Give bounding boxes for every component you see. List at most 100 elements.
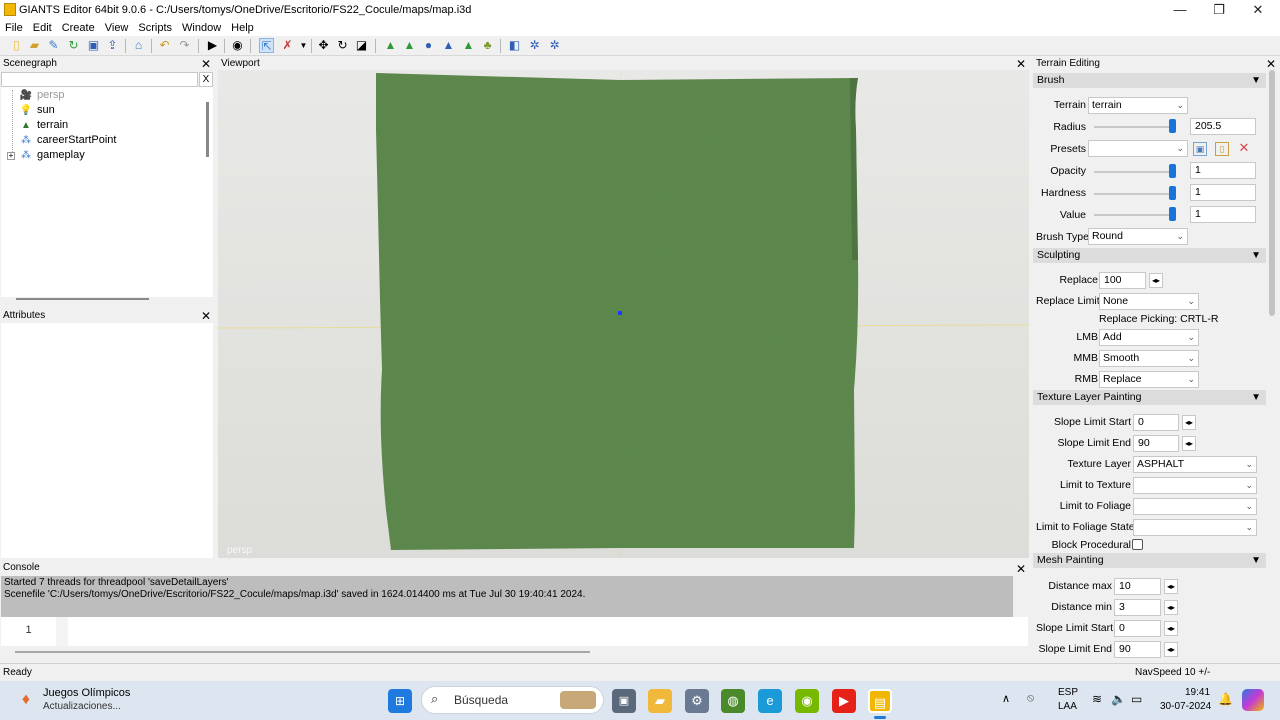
expand-icon[interactable]: + bbox=[7, 152, 15, 160]
clear-filter-button[interactable]: X bbox=[199, 72, 213, 87]
menu-view[interactable]: View bbox=[100, 20, 134, 36]
taskbar-search[interactable]: ⌕ Búsqueda bbox=[421, 686, 604, 714]
youtube-icon[interactable]: ▶ bbox=[832, 689, 856, 713]
scrollbar[interactable] bbox=[1013, 576, 1028, 617]
import-icon[interactable]: ✎ bbox=[46, 38, 61, 53]
hardness-slider[interactable] bbox=[1094, 193, 1176, 195]
wifi-icon[interactable]: ≋ bbox=[1092, 692, 1102, 706]
new-file-icon[interactable]: ▯ bbox=[9, 38, 24, 53]
rmb-select[interactable]: Replace ⌄ bbox=[1099, 371, 1199, 388]
play-icon[interactable]: ▶ bbox=[205, 38, 220, 53]
mesh-slope-end-field[interactable]: 90 bbox=[1114, 641, 1161, 658]
terrain-select[interactable]: terrain ⌄ bbox=[1088, 97, 1188, 114]
rotate-icon[interactable]: ↻ bbox=[335, 38, 350, 53]
replace-field[interactable]: 100 bbox=[1099, 272, 1146, 289]
scrollbar[interactable] bbox=[206, 102, 209, 157]
opacity-field[interactable]: 1 bbox=[1190, 162, 1256, 179]
hardness-field[interactable]: 1 bbox=[1190, 184, 1256, 201]
app-icon[interactable]: ◍ bbox=[721, 689, 745, 713]
opacity-slider-handle[interactable] bbox=[1169, 164, 1176, 178]
menu-help[interactable]: Help bbox=[226, 20, 259, 36]
sculpting-section[interactable]: Sculpting ▼ bbox=[1033, 248, 1266, 263]
select-mode-icon[interactable]: ⇱ bbox=[259, 38, 274, 53]
spin-icon[interactable]: ◂▸ bbox=[1182, 415, 1196, 430]
foliage-paint-icon[interactable]: ● bbox=[421, 38, 436, 53]
save-icon[interactable]: ▣ bbox=[86, 38, 101, 53]
task-view-icon[interactable]: ▣ bbox=[612, 689, 636, 713]
texture-layer-select[interactable]: ASPHALT ⌄ bbox=[1133, 456, 1257, 473]
spin-icon[interactable]: ◂▸ bbox=[1164, 642, 1178, 657]
edge-icon[interactable]: e bbox=[758, 689, 782, 713]
foliage-erase-icon[interactable]: ▲ bbox=[441, 38, 456, 53]
clock-time[interactable]: 19:41 bbox=[1185, 687, 1210, 698]
select-filter-icon[interactable]: ✗ bbox=[280, 38, 295, 53]
mesh-paint-icon[interactable]: ▲ bbox=[461, 38, 476, 53]
close-icon[interactable]: ✕ bbox=[201, 310, 211, 322]
tree-item-terrain[interactable]: ▲ terrain bbox=[19, 118, 68, 133]
tree-item-persp[interactable]: 🎥 persp bbox=[19, 88, 65, 103]
spin-icon[interactable]: ◂▸ bbox=[1149, 273, 1163, 288]
value-slider-handle[interactable] bbox=[1169, 207, 1176, 221]
radius-slider-handle[interactable] bbox=[1169, 119, 1176, 133]
load-preset-icon[interactable]: ▯ bbox=[1215, 142, 1229, 156]
radius-field[interactable]: 205.5 bbox=[1190, 118, 1256, 135]
scenegraph-filter-input[interactable] bbox=[1, 72, 198, 87]
settings-icon[interactable]: ⚙ bbox=[685, 689, 709, 713]
viewport-3d[interactable]: persp bbox=[218, 70, 1029, 558]
menu-scripts[interactable]: Scripts bbox=[133, 20, 177, 36]
shader-icon[interactable]: ◧ bbox=[507, 38, 522, 53]
tree-item-careerstartpoint[interactable]: ⁂ careerStartPoint bbox=[19, 133, 116, 148]
close-icon[interactable]: ✕ bbox=[1016, 58, 1026, 70]
menu-create[interactable]: Create bbox=[57, 20, 100, 36]
network-off-icon[interactable]: ⦸ bbox=[1027, 692, 1034, 705]
spin-icon[interactable]: ◂▸ bbox=[1182, 436, 1196, 451]
windows-start-icon[interactable]: ⊞ bbox=[388, 689, 412, 713]
lmb-select[interactable]: Add ⌄ bbox=[1099, 329, 1199, 346]
menu-edit[interactable]: Edit bbox=[28, 20, 57, 36]
battery-icon[interactable]: ▭ bbox=[1131, 692, 1142, 706]
chevron-down-icon[interactable]: ▼ bbox=[296, 38, 311, 53]
copilot-icon[interactable] bbox=[1242, 689, 1264, 711]
notification-bell-icon[interactable]: 🔔 bbox=[1218, 692, 1233, 706]
spin-icon[interactable]: ◂▸ bbox=[1164, 621, 1178, 636]
file-explorer-icon[interactable]: ▰ bbox=[648, 689, 672, 713]
menu-window[interactable]: Window bbox=[177, 20, 226, 36]
close-icon[interactable]: ✕ bbox=[1266, 58, 1276, 70]
replace-limit-select[interactable]: None ⌄ bbox=[1099, 293, 1199, 310]
redo-icon[interactable]: ↷ bbox=[177, 38, 192, 53]
limit-texture-select[interactable]: ⌄ bbox=[1133, 477, 1257, 494]
texture-painting-section[interactable]: Texture Layer Painting ▼ bbox=[1033, 390, 1266, 405]
volume-icon[interactable]: 🔈 bbox=[1111, 692, 1126, 706]
limit-foliage-select[interactable]: ⌄ bbox=[1133, 498, 1257, 515]
export-icon[interactable]: ⇪ bbox=[105, 38, 120, 53]
close-icon[interactable]: ✕ bbox=[201, 58, 211, 70]
spin-icon[interactable]: ◂▸ bbox=[1164, 600, 1178, 615]
slope-start-field[interactable]: 0 bbox=[1133, 414, 1179, 431]
block-procedural-checkbox[interactable] bbox=[1132, 539, 1143, 550]
minimize-button[interactable]: — bbox=[1160, 0, 1200, 20]
news-title[interactable]: Juegos Olímpicos bbox=[43, 687, 130, 699]
distance-max-field[interactable]: 10 bbox=[1114, 578, 1161, 595]
hardness-slider-handle[interactable] bbox=[1169, 186, 1176, 200]
mmb-select[interactable]: Smooth ⌄ bbox=[1099, 350, 1199, 367]
terrain-sculpt-icon[interactable]: ▲ bbox=[383, 38, 398, 53]
tree-paint-icon[interactable]: ♣ bbox=[480, 38, 495, 53]
reload-icon[interactable]: ↻ bbox=[66, 38, 81, 53]
undo-icon[interactable]: ↶ bbox=[157, 38, 172, 53]
eye-icon[interactable]: ◉ bbox=[230, 38, 245, 53]
value-field[interactable]: 1 bbox=[1190, 206, 1256, 223]
clock-date[interactable]: 30-07-2024 bbox=[1160, 701, 1211, 712]
console-input[interactable]: 1 bbox=[1, 617, 1028, 646]
nvidia-icon[interactable]: ◉ bbox=[795, 689, 819, 713]
tree-item-gameplay[interactable]: ⁂ gameplay bbox=[19, 148, 85, 163]
giants-editor-icon[interactable]: ▤ bbox=[868, 689, 892, 713]
brush-section[interactable]: Brush ▼ bbox=[1033, 73, 1266, 88]
slope-end-field[interactable]: 90 bbox=[1133, 435, 1179, 452]
scrollbar[interactable] bbox=[15, 651, 590, 653]
scale-icon[interactable]: ◪ bbox=[354, 38, 369, 53]
menu-file[interactable]: File bbox=[0, 20, 28, 36]
network-icon[interactable]: ✲ bbox=[547, 38, 562, 53]
delete-preset-icon[interactable]: ✕ bbox=[1237, 141, 1251, 155]
tree-item-sun[interactable]: 💡 sun bbox=[19, 103, 55, 118]
scrollbar[interactable] bbox=[16, 298, 149, 300]
